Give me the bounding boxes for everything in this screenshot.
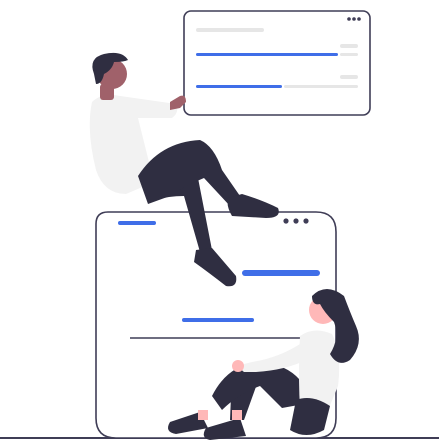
small-card-blue-bar xyxy=(196,85,282,88)
small-card-placeholder-line xyxy=(340,53,358,56)
woman-ankle xyxy=(198,410,208,420)
small-card-frame xyxy=(183,10,371,116)
small-card-placeholder-line xyxy=(196,28,264,32)
illustration-canvas xyxy=(0,10,439,440)
large-card-blue-bar xyxy=(242,270,320,276)
three-dots-icon xyxy=(283,218,309,224)
small-card-placeholder-line xyxy=(340,44,358,48)
woman-hip xyxy=(290,398,330,435)
woman-hand xyxy=(232,360,244,372)
man-shoe xyxy=(227,194,279,218)
small-card-placeholder-line xyxy=(340,75,358,79)
small-card xyxy=(183,10,371,116)
small-card-blue-bar xyxy=(196,53,338,56)
large-card-blue-bar xyxy=(182,318,254,322)
large-card-blue-bar xyxy=(118,221,156,225)
three-dots-icon xyxy=(347,17,361,21)
small-card-placeholder-line xyxy=(284,85,358,88)
woman-ankle xyxy=(232,410,242,420)
